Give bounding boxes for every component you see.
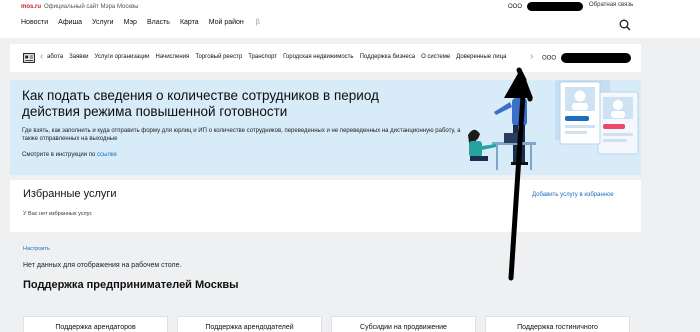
info-banner[interactable]: Как подать сведения о количестве сотрудн… [10, 80, 641, 175]
subnav-item-transport[interactable]: Транспорт [248, 54, 277, 60]
instruction-text: Смотрите в инструкции по [22, 152, 96, 158]
search-icon[interactable] [619, 19, 631, 31]
subnav-item-work[interactable]: аботa [47, 54, 63, 60]
favorite-services-panel: Избранные услуги Добавить услугу в избра… [10, 180, 641, 232]
banner-instruction: Смотрите в инструкции по ссылке [22, 152, 117, 158]
subnav-org-account[interactable]: ООО [542, 53, 631, 63]
site-subtitle: Официальный сайт Мэра Москвы [44, 4, 139, 10]
beta-badge: β [255, 19, 260, 26]
nav-news[interactable]: Новости [21, 19, 48, 26]
support-card-tenants[interactable]: Поддержка арендаторов [23, 316, 168, 332]
banner-title: Как подать сведения о количестве сотрудн… [22, 88, 379, 119]
nav-authority[interactable]: Власть [147, 19, 170, 26]
scroll-left-icon[interactable]: ‹ [40, 51, 43, 62]
subnav-item-trusted-persons[interactable]: Доверенные лица [456, 54, 506, 60]
subnav-item-charges[interactable]: Начисления [156, 54, 190, 60]
scroll-right-icon[interactable]: › [530, 51, 533, 62]
add-favorite-link[interactable]: Добавить услугу в избранное [532, 192, 614, 198]
support-card-landlords[interactable]: Поддержка арендодателей [177, 316, 322, 332]
nav-my-district[interactable]: Мой район β [209, 19, 270, 26]
support-card-promotion-subsidies[interactable]: Субсидии на продвижение [331, 316, 476, 332]
cabinet-icon[interactable] [23, 53, 35, 63]
cabinet-subnav: ‹ аботa Заявки Услуги организации Начислени… [10, 44, 641, 72]
my-district-label: Мой район [208, 19, 244, 26]
office-illustration [468, 80, 639, 170]
support-card-hotel[interactable]: Поддержка гостиничного [485, 316, 630, 332]
subnav-item-about[interactable]: О системе [421, 54, 450, 60]
favorites-empty-text: У Вас нет избранных услуг. [23, 211, 93, 217]
redacted-org-name [526, 2, 583, 11]
instruction-link[interactable]: ссылке [97, 152, 117, 158]
nav-mayor[interactable]: Мэр [124, 19, 137, 26]
org-name: ООО [508, 4, 523, 11]
subnav-item-business-support[interactable]: Поддержка бизнеса [360, 54, 416, 60]
support-section-title: Поддержка предпринимателей Москвы [23, 279, 239, 291]
favorites-title: Избранные услуги [23, 188, 117, 200]
subnav-item-requests[interactable]: Заявки [69, 54, 88, 60]
org-account[interactable]: ООО [508, 2, 583, 11]
subnav-item-trade-registry[interactable]: Торговый реестр [195, 54, 242, 60]
nav-map[interactable]: Карта [180, 19, 199, 26]
subnav-item-org-services[interactable]: Услуги организации [94, 54, 149, 60]
nav-afisha[interactable]: Афиша [58, 19, 82, 26]
mos-ru-logo[interactable]: mos.ru [21, 4, 41, 10]
subnav-items: аботa Заявки Услуги организации Начисления Т… [47, 54, 512, 60]
subnav-item-city-property[interactable]: Городская недвижимость [283, 54, 354, 60]
top-bar: mos.ru Официальный сайт Мэра Москвы ООО О… [0, 0, 700, 38]
customize-link[interactable]: Настроить [23, 246, 50, 252]
banner-description: Где взять, как заполнить и куда отправит… [22, 128, 461, 142]
main-nav: Новости Афиша Услуги Мэр Власть Карта Мой райо… [21, 19, 280, 26]
nav-services[interactable]: Услуги [92, 19, 114, 26]
subnav-org-name: ООО [542, 55, 557, 62]
no-data-text: Нет данных для отображения на рабочем ст… [23, 262, 182, 269]
feedback-link[interactable]: Обратная связь [589, 2, 633, 8]
redacted-org-name [560, 53, 631, 63]
site-brand[interactable]: mos.ru Официальный сайт Мэра Москвы [21, 3, 138, 11]
